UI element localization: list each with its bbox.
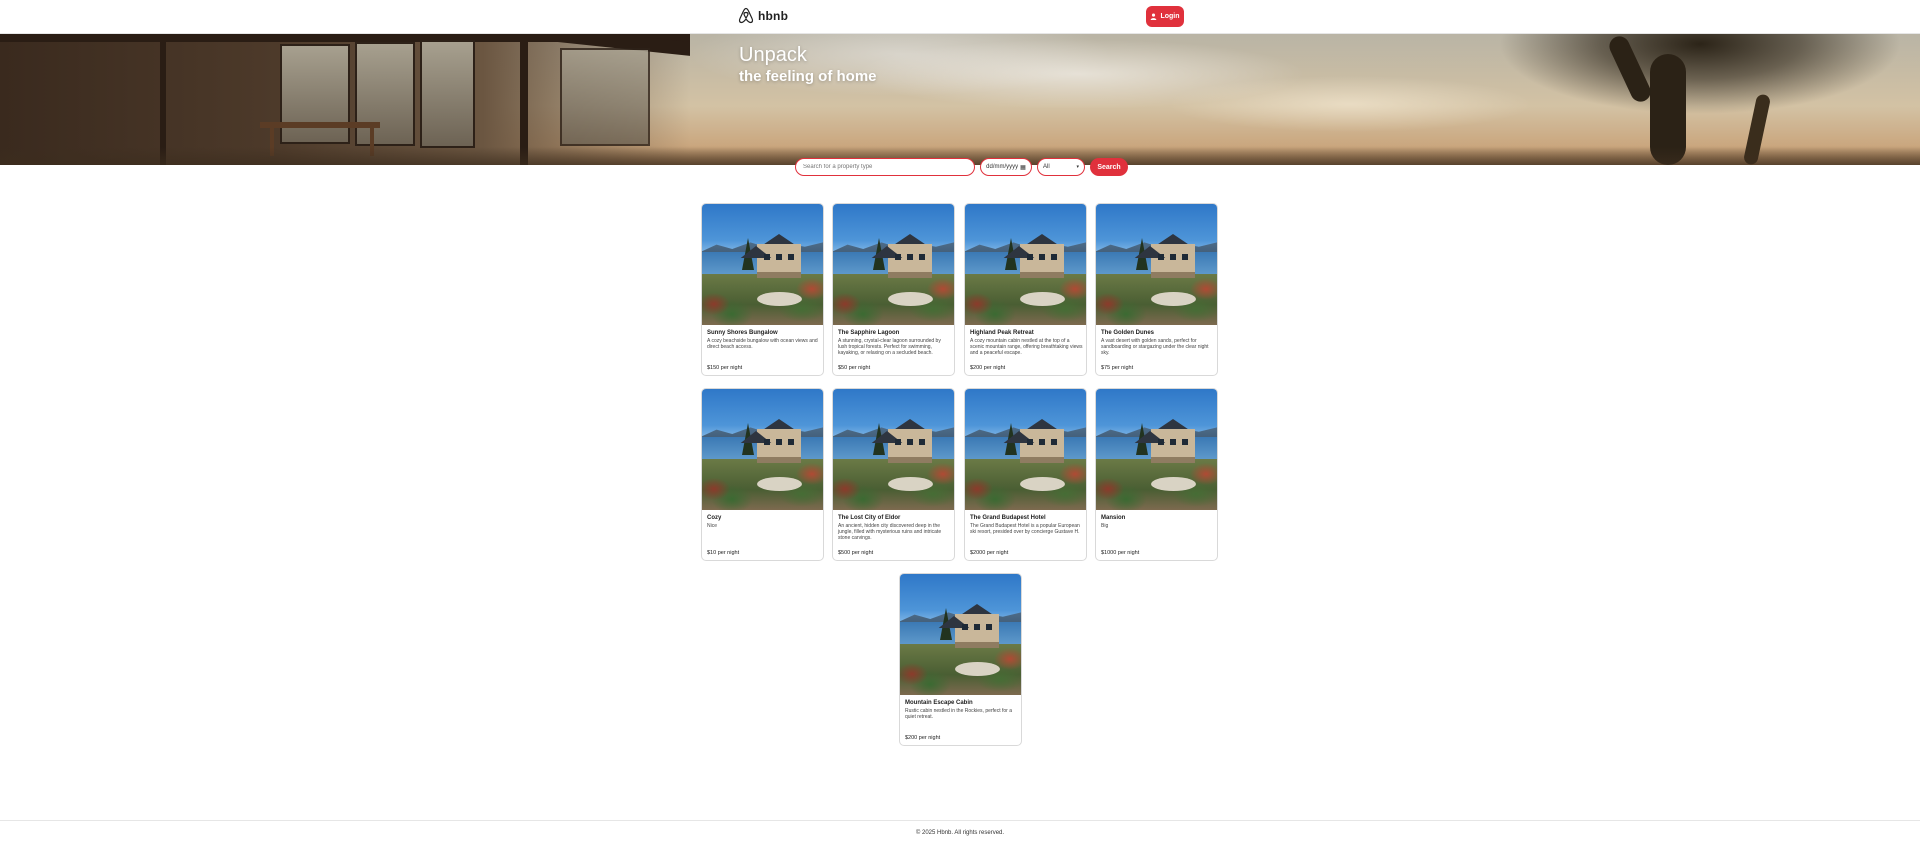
listing-photo[interactable]: [965, 204, 1086, 325]
listing-card[interactable]: The Lost City of Eldor An ancient, hidde…: [832, 388, 955, 561]
listing-description: Nice: [707, 523, 718, 529]
listing-card[interactable]: Mountain Escape Cabin Rustic cabin nestl…: [899, 573, 1022, 746]
listing-description: An ancient, hidden city discovered deep …: [838, 523, 942, 541]
top-navbar: hbnb Login: [0, 0, 1920, 34]
chevron-down-icon: ▾: [1076, 164, 1079, 170]
listing-description: A cozy beachside bungalow with ocean vie…: [707, 338, 818, 350]
hero-banner: Unpack the feeling of home: [0, 34, 1920, 165]
date-placeholder: dd/mm/yyyy: [986, 164, 1019, 170]
listing-photo[interactable]: [833, 204, 954, 325]
property-type-select[interactable]: All ▾: [1037, 158, 1085, 176]
listing-price: $200 per night: [905, 735, 941, 741]
listing-card[interactable]: Cozy Nice $10 per night: [701, 388, 824, 561]
listing-title[interactable]: Mansion: [1101, 514, 1214, 522]
listing-photo[interactable]: [1096, 204, 1217, 325]
footer: © 2025 Hbnb. All rights reserved.: [0, 820, 1920, 844]
calendar-icon: ▦: [1020, 164, 1026, 171]
user-icon: [1151, 13, 1157, 20]
listing-photo[interactable]: [1096, 389, 1217, 510]
listing-price: $1000 per night: [1101, 550, 1140, 556]
airbnb-logo-icon: [738, 7, 754, 24]
copyright-text: © 2025 Hbnb. All rights reserved.: [915, 829, 1005, 836]
listing-title[interactable]: The Grand Budapest Hotel: [970, 514, 1083, 522]
listing-card[interactable]: The Grand Budapest Hotel The Grand Budap…: [964, 388, 1087, 561]
hero-subtitle: the feeling of home: [739, 68, 877, 85]
listing-card[interactable]: The Golden Dunes A vast desert with gold…: [1095, 203, 1218, 376]
search-bar: dd/mm/yyyy ▦ All ▾ Search: [795, 158, 1128, 176]
brand-logo[interactable]: hbnb: [738, 7, 788, 24]
listing-description: The Grand Budapest Hotel is a popular Eu…: [970, 523, 1080, 535]
listing-description: Rustic cabin nestled in the Rockies, per…: [905, 708, 1012, 720]
listing-title[interactable]: The Sapphire Lagoon: [838, 329, 951, 337]
listing-description: A stunning, crystal-clear lagoon surroun…: [838, 338, 941, 356]
listing-photo[interactable]: [965, 389, 1086, 510]
listing-title[interactable]: Cozy: [707, 514, 820, 522]
listing-card[interactable]: Sunny Shores Bungalow A cozy beachside b…: [701, 203, 824, 376]
date-field[interactable]: dd/mm/yyyy ▦: [980, 158, 1032, 176]
search-button[interactable]: Search: [1090, 158, 1128, 176]
listing-title[interactable]: The Golden Dunes: [1101, 329, 1214, 337]
listing-price: $200 per night: [970, 365, 1006, 371]
listing-card[interactable]: Mansion Big $1000 per night: [1095, 388, 1218, 561]
listing-photo[interactable]: [702, 389, 823, 510]
listing-price: $150 per night: [707, 365, 743, 371]
hero-tree-image: [1500, 34, 1920, 165]
listing-description: A cozy mountain cabin nestled at the top…: [970, 338, 1083, 356]
listing-title[interactable]: Mountain Escape Cabin: [905, 699, 1018, 707]
search-input[interactable]: [795, 158, 975, 176]
listing-title[interactable]: Sunny Shores Bungalow: [707, 329, 820, 337]
property-type-value: All: [1043, 164, 1050, 170]
login-button[interactable]: Login: [1146, 6, 1184, 27]
login-button-label: Login: [1160, 13, 1180, 20]
listing-title[interactable]: Highland Peak Retreat: [970, 329, 1083, 337]
listing-price: $2000 per night: [970, 550, 1009, 556]
hero-title: Unpack: [739, 44, 807, 66]
listing-price: $75 per night: [1101, 365, 1134, 371]
listing-price: $50 per night: [838, 365, 871, 371]
listing-card[interactable]: Highland Peak Retreat A cozy mountain ca…: [964, 203, 1087, 376]
listing-description: A vast desert with golden sands, perfect…: [1101, 338, 1209, 356]
listing-photo[interactable]: [833, 389, 954, 510]
brand-name: hbnb: [758, 8, 789, 23]
listing-card[interactable]: The Sapphire Lagoon A stunning, crystal-…: [832, 203, 955, 376]
listing-photo[interactable]: [702, 204, 823, 325]
hero-house-image: [0, 34, 690, 165]
listing-price: $500 per night: [838, 550, 874, 556]
listing-description: Big: [1101, 523, 1109, 529]
listing-title[interactable]: The Lost City of Eldor: [838, 514, 951, 522]
listing-photo[interactable]: [900, 574, 1021, 695]
listing-price: $10 per night: [707, 550, 740, 556]
